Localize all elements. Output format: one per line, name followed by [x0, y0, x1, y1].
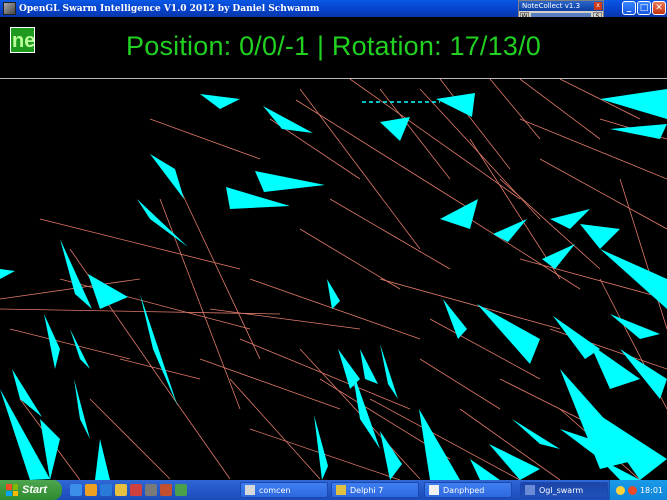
- maximize-button[interactable]: □: [637, 1, 651, 15]
- clock[interactable]: 18:01: [640, 486, 663, 495]
- app-icon[interactable]: [3, 2, 16, 15]
- swarm-agent-triangle: [590, 344, 640, 389]
- trail-line: [299, 88, 421, 250]
- taskbar-button-delphi-7[interactable]: Delphi 7: [331, 482, 419, 498]
- edit-icon[interactable]: [175, 484, 187, 496]
- swarm-agent-triangle: [493, 219, 527, 242]
- position-rotation-readout: Position: 0/0/-1 | Rotation: 17/13/0: [126, 31, 541, 61]
- trail-line: [379, 278, 561, 330]
- tray-security-icon[interactable]: [627, 485, 637, 495]
- system-tray: 18:01: [609, 480, 667, 500]
- quick-launch: [70, 484, 187, 496]
- trail-line: [159, 198, 241, 410]
- explorer-icon[interactable]: [100, 484, 112, 496]
- swarm-agent-triangle: [314, 415, 328, 480]
- trail-line: [295, 99, 471, 210]
- trail-line: [199, 358, 341, 410]
- taskbar-button-comcen[interactable]: comcen: [240, 482, 328, 498]
- close-button[interactable]: ✕: [652, 1, 666, 15]
- settings-icon[interactable]: [145, 484, 157, 496]
- swarm-agent-triangle: [360, 349, 378, 384]
- folder-icon[interactable]: [115, 484, 127, 496]
- trail-line: [209, 308, 361, 330]
- taskbar-button-label: Delphi 7: [350, 485, 384, 495]
- swarm-agent-triangle: [380, 344, 398, 399]
- swarm-agent-triangle: [12, 369, 42, 417]
- swarm-agent-triangle: [470, 459, 500, 480]
- swarm-scene-canvas[interactable]: [0, 79, 667, 480]
- swarm-agents: [0, 89, 667, 480]
- swarm-agent-triangle: [542, 244, 575, 269]
- trail-line: [419, 358, 501, 410]
- swarm-agent-triangle: [580, 224, 620, 249]
- taskbar-button-label: comcen: [259, 485, 291, 495]
- swarm-agent-triangle: [200, 94, 240, 109]
- media-icon[interactable]: [85, 484, 97, 496]
- notecollect-title: NoteCollect v1.3: [522, 2, 581, 10]
- swarm-agent-triangle: [70, 329, 90, 369]
- tools-icon[interactable]: [160, 484, 172, 496]
- trail-line: [159, 378, 231, 480]
- swarm-agent-triangle: [0, 269, 15, 279]
- tray-notification-icon[interactable]: [615, 485, 625, 495]
- delphi-icon[interactable]: [130, 484, 142, 496]
- swarm-agent-triangle: [74, 379, 90, 439]
- start-button[interactable]: Start: [0, 480, 62, 500]
- swarm-agent-triangle: [489, 444, 540, 480]
- trail-lines: [0, 79, 667, 480]
- swarm-agent-triangle: [553, 316, 600, 359]
- hud-header: ne Position: 0/0/-1 | Rotation: 17/13/0: [0, 17, 667, 79]
- taskbar-button-danphped[interactable]: Danphped: [424, 482, 512, 498]
- swarm-agent-triangle: [327, 279, 340, 309]
- delphi-icon: [336, 485, 346, 495]
- app-icon: [525, 485, 535, 495]
- taskbar: Start comcen Delphi 7 Danphped Ogl_swarm 18…: [0, 480, 667, 500]
- swarm-agent-triangle: [44, 314, 60, 369]
- trail-line: [299, 228, 401, 290]
- swarm-agent-triangle: [600, 249, 667, 309]
- trail-line: [619, 178, 667, 330]
- notecollect-title-bar[interactable]: NoteCollect v1.3 x: [519, 1, 603, 11]
- swarm-agent-triangle: [95, 439, 110, 480]
- swarm-agent-triangle: [150, 154, 184, 199]
- swarm-agent-triangle: [380, 117, 410, 141]
- swarm-agent-triangle: [610, 124, 667, 139]
- ie-icon[interactable]: [70, 484, 82, 496]
- swarm-agent-triangle: [140, 294, 178, 407]
- swarm-agent-triangle: [477, 304, 540, 364]
- swarm-agent-triangle: [436, 93, 475, 117]
- taskbar-button-ogl-swarm[interactable]: Ogl_swarm: [520, 482, 608, 498]
- swarm-agent-triangle: [88, 274, 128, 309]
- windows-logo-icon: [6, 484, 18, 496]
- notecollect-close-button[interactable]: x: [594, 2, 602, 10]
- taskbar-button-label: Ogl_swarm: [539, 485, 584, 495]
- trail-line: [439, 79, 511, 170]
- trail-line: [239, 338, 411, 410]
- swarm-agent-triangle: [255, 171, 325, 192]
- trail-line: [229, 378, 321, 480]
- trail-line: [349, 79, 521, 200]
- swarm-agent-triangle: [512, 419, 560, 449]
- window-icon: [245, 485, 255, 495]
- start-label: Start: [22, 484, 48, 496]
- swarm-agent-triangle: [226, 187, 290, 209]
- editor-icon: [429, 485, 439, 495]
- swarm-agent-triangle: [440, 199, 478, 229]
- trail-line: [249, 278, 421, 340]
- trail-line: [9, 328, 131, 360]
- swarm-agent-triangle: [610, 314, 660, 339]
- taskbar-button-label: Danphped: [443, 485, 485, 495]
- window-title: OpenGL Swarm Intelligence V1.0 2012 by D…: [19, 3, 320, 14]
- trail-line: [149, 118, 261, 160]
- minimize-button[interactable]: _: [622, 1, 636, 15]
- trail-line: [179, 188, 261, 360]
